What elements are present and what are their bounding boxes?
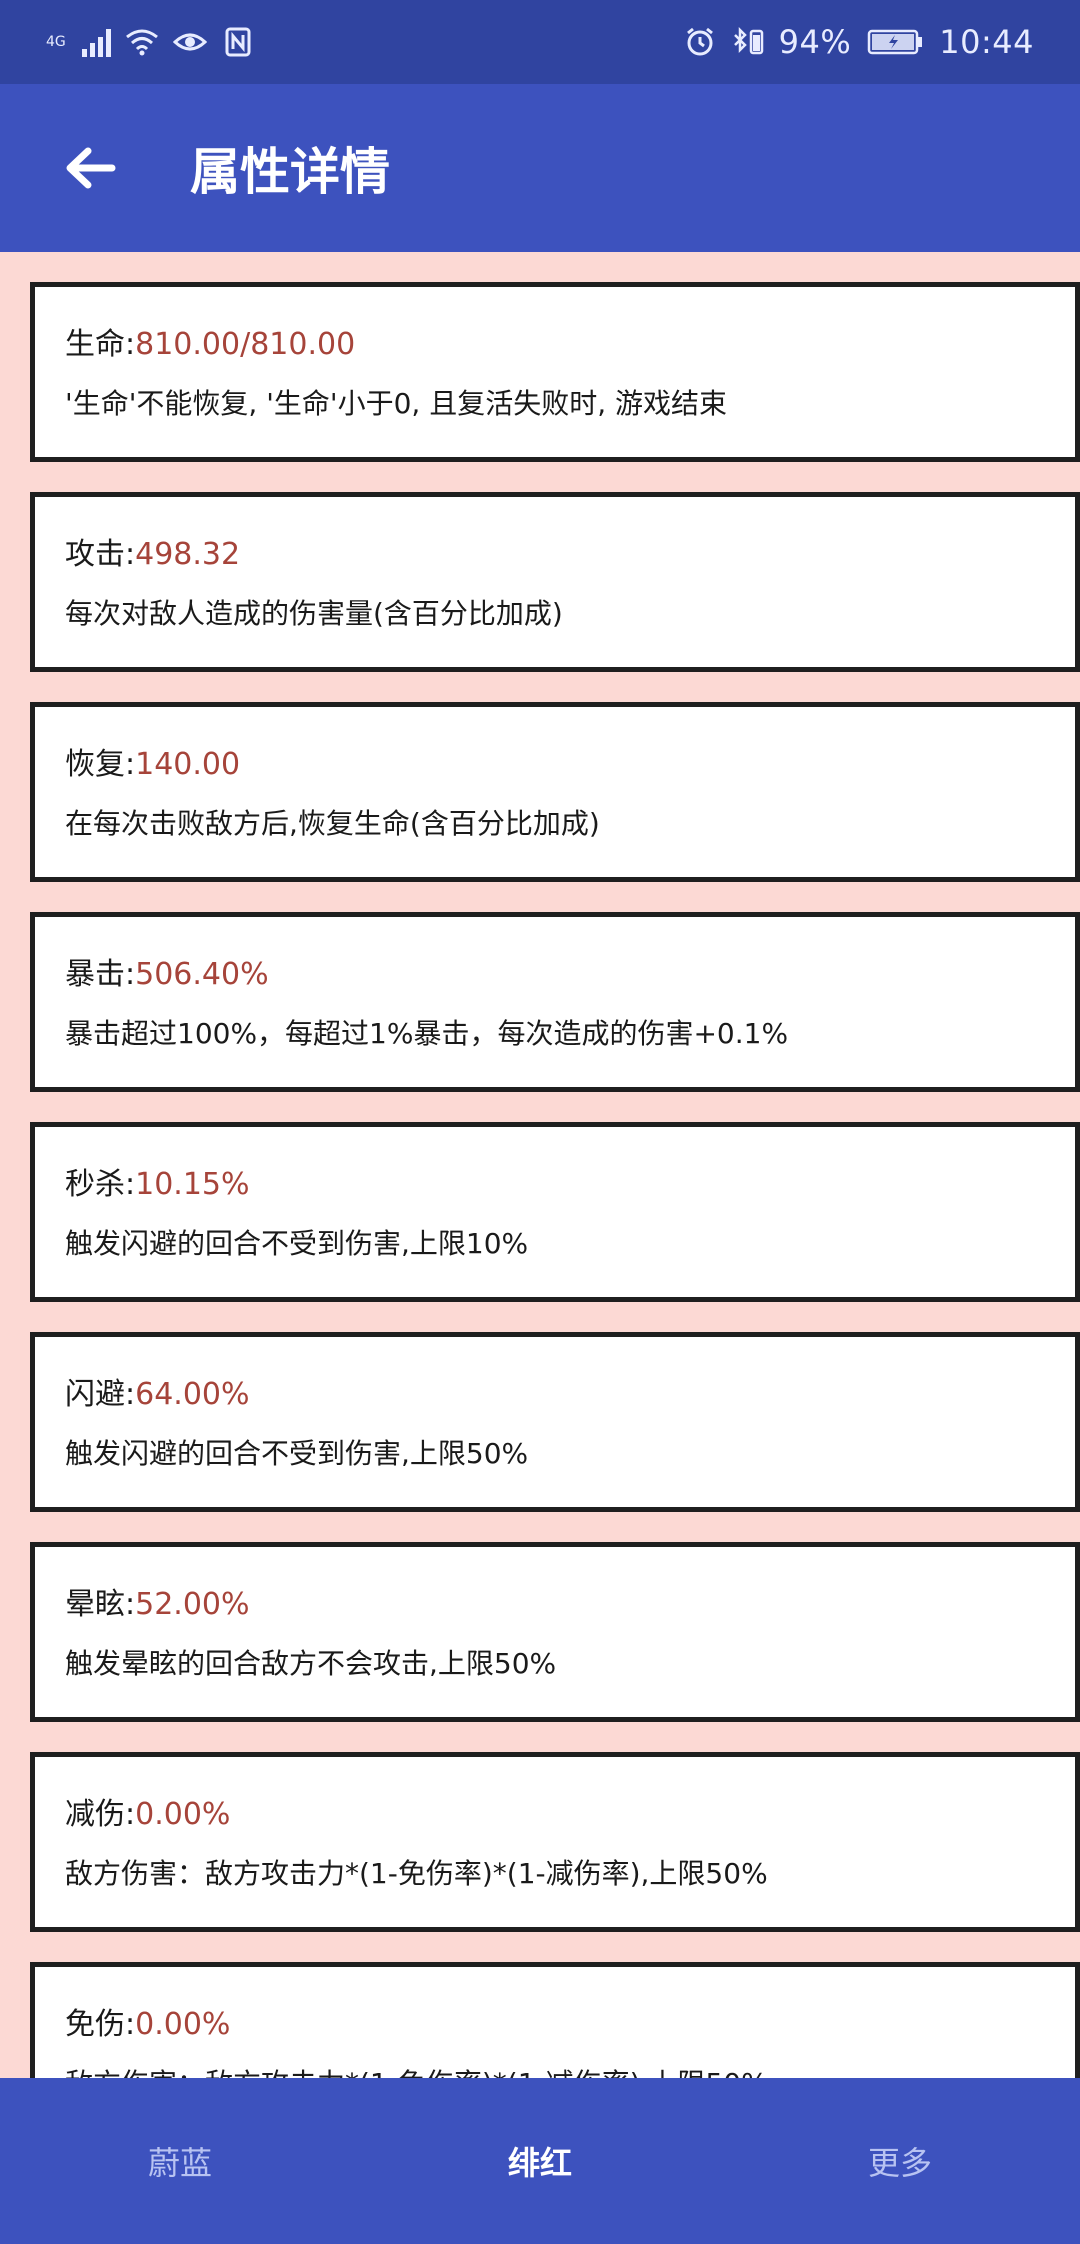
- attribute-title: 生命:810.00/810.00: [65, 325, 1045, 365]
- page-title: 属性详情: [190, 143, 390, 201]
- attribute-description: 暴击超过100%，每超过1%暴击，每次造成的伤害+0.1%: [65, 1017, 789, 1050]
- attribute-card-dodge: 闪避:64.00% 触发闪避的回合不受到伤害,上限50%: [30, 1332, 1080, 1512]
- network-type: 4G: [46, 34, 66, 50]
- attribute-title: 晕眩:52.00%: [65, 1585, 1045, 1625]
- attribute-description: 每次对敌人造成的伤害量(含百分比加成): [65, 597, 563, 630]
- signal-icon: [81, 27, 111, 57]
- app-bar: 属性详情: [0, 84, 1080, 252]
- attribute-title: 秒杀:10.15%: [65, 1165, 1045, 1205]
- attribute-card-recovery: 恢复:140.00 在每次击败敌方后,恢复生命(含百分比加成): [30, 702, 1080, 882]
- attribute-label: 攻击:: [65, 537, 136, 572]
- nav-tab-more[interactable]: 更多: [720, 2078, 1080, 2244]
- attribute-description: 敌方伤害：敌方攻击力*(1-免伤率)*(1-减伤率),上限50%: [65, 2065, 1045, 2078]
- attribute-title: 暴击:506.40%: [65, 955, 1045, 995]
- attribute-label: 生命:: [65, 327, 136, 362]
- back-button[interactable]: [60, 138, 120, 198]
- eye-icon: [172, 25, 207, 59]
- attribute-card-instant-kill: 秒杀:10.15% 触发闪避的回合不受到伤害,上限10%: [30, 1122, 1080, 1302]
- attribute-value: 498.32: [135, 537, 241, 572]
- attribute-description: 触发闪避的回合不受到伤害,上限50%: [65, 1437, 529, 1470]
- back-arrow-icon: [66, 147, 116, 189]
- battery-percent: 94%: [778, 23, 852, 61]
- attribute-value: 64.00%: [135, 1377, 250, 1412]
- attribute-value: 52.00%: [135, 1587, 250, 1622]
- attribute-label: 暴击:: [65, 957, 136, 992]
- attribute-label: 免伤:: [65, 2007, 136, 2042]
- attribute-value: 810.00/810.00: [135, 327, 356, 362]
- attribute-title: 恢复:140.00: [65, 745, 1045, 785]
- clock: 10:44: [939, 23, 1034, 61]
- nav-tab-azure[interactable]: 蔚蓝: [0, 2078, 360, 2244]
- attribute-label: 闪避:: [65, 1377, 136, 1412]
- attribute-card-stun: 晕眩:52.00% 触发晕眩的回合敌方不会攻击,上限50%: [30, 1542, 1080, 1722]
- attribute-card-damage-immunity: 免伤:0.00% 敌方伤害：敌方攻击力*(1-免伤率)*(1-减伤率),上限50…: [30, 1962, 1080, 2078]
- attribute-value: 0.00%: [135, 1797, 231, 1832]
- attribute-card-attack: 攻击:498.32 每次对敌人造成的伤害量(含百分比加成): [30, 492, 1080, 672]
- attribute-label: 晕眩:: [65, 1587, 136, 1622]
- bottom-navigation: 蔚蓝 绯红 更多: [0, 2078, 1080, 2244]
- status-right: 94% 10:44: [683, 23, 1034, 61]
- wifi-icon: [125, 25, 159, 59]
- attribute-description: '生命'不能恢复, '生命'小于0, 且复活失败时, 游戏结束: [65, 387, 728, 420]
- attribute-description: 在每次击败敌方后,恢复生命(含百分比加成): [65, 807, 600, 840]
- attribute-value: 10.15%: [135, 1167, 250, 1202]
- attribute-title: 闪避:64.00%: [65, 1375, 1045, 1415]
- attribute-card-life: 生命:810.00/810.00 '生命'不能恢复, '生命'小于0, 且复活失…: [30, 282, 1080, 462]
- status-left: 4G: [46, 25, 255, 59]
- attribute-card-damage-reduction: 减伤:0.00% 敌方伤害：敌方攻击力*(1-免伤率)*(1-减伤率),上限50…: [30, 1752, 1080, 1932]
- attribute-label: 秒杀:: [65, 1167, 136, 1202]
- attribute-description: 触发闪避的回合不受到伤害,上限10%: [65, 1227, 529, 1260]
- attribute-card-list: 生命:810.00/810.00 '生命'不能恢复, '生命'小于0, 且复活失…: [0, 252, 1080, 2078]
- attribute-title: 减伤:0.00%: [65, 1795, 1045, 1835]
- attribute-list-container[interactable]: 生命:810.00/810.00 '生命'不能恢复, '生命'小于0, 且复活失…: [0, 252, 1080, 2078]
- attribute-label: 恢复:: [65, 747, 136, 782]
- battery-icon: [865, 25, 925, 59]
- attribute-title: 免伤:0.00%: [65, 2005, 1045, 2045]
- attribute-description: 敌方伤害：敌方攻击力*(1-免伤率)*(1-减伤率),上限50%: [65, 1857, 768, 1890]
- attribute-label: 减伤:: [65, 1797, 136, 1832]
- attribute-description: 触发晕眩的回合敌方不会攻击,上限50%: [65, 1647, 557, 1680]
- nav-tab-crimson[interactable]: 绯红: [360, 2078, 720, 2244]
- status-bar: 4G 94% 10:44: [0, 0, 1080, 84]
- nfc-icon: [221, 25, 255, 59]
- attribute-title: 攻击:498.32: [65, 535, 1045, 575]
- attribute-value: 0.00%: [135, 2007, 231, 2042]
- bluetooth-battery-icon: [731, 25, 765, 59]
- attribute-value: 140.00: [135, 747, 241, 782]
- alarm-icon: [683, 25, 717, 59]
- attribute-value: 506.40%: [135, 957, 269, 992]
- attribute-card-crit: 暴击:506.40% 暴击超过100%，每超过1%暴击，每次造成的伤害+0.1%: [30, 912, 1080, 1092]
